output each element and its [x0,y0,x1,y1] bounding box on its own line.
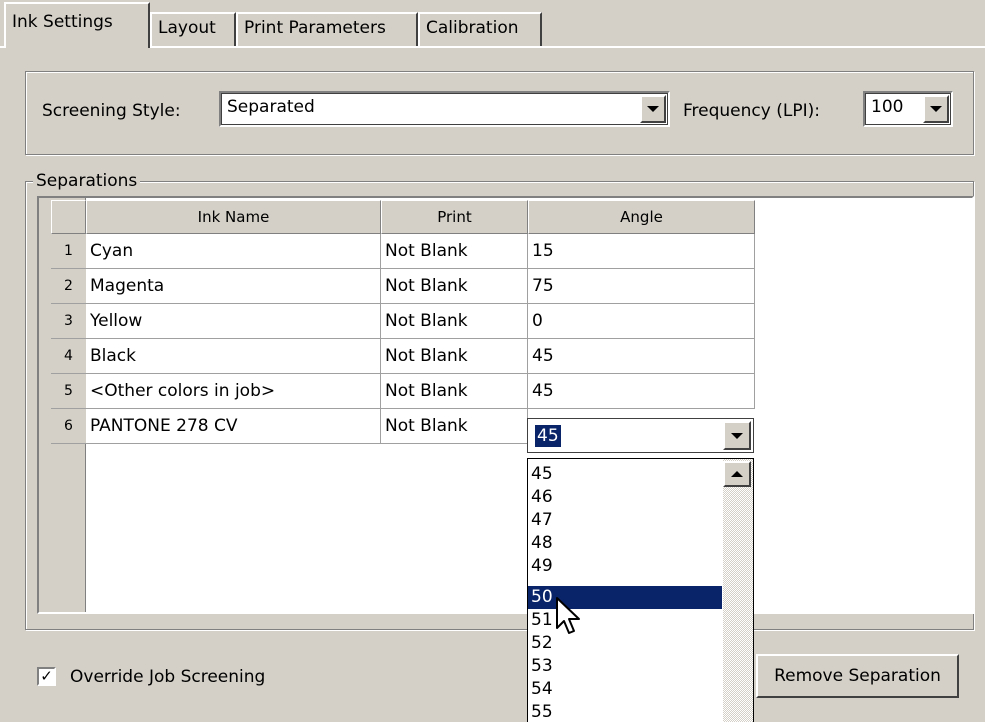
options-scrollbar[interactable] [723,459,753,722]
row-number: 2 [51,269,86,304]
angle-option[interactable]: 54 [528,678,722,701]
override-job-screening-checkbox[interactable]: ✓ [37,667,56,686]
angle-editor-value[interactable]: 45 [535,425,561,447]
screening-style-label: Screening Style: [42,101,181,121]
column-header-angle[interactable]: Angle [528,200,755,234]
screening-style-value: Separated [227,97,315,117]
grid-corner-header [51,200,86,234]
screening-style-select[interactable]: Separated [219,91,670,127]
separations-grid[interactable]: Ink Name Print Angle 1 Cyan Not Blank 15… [37,196,974,614]
tab-label: Ink Settings [12,12,113,32]
print-cell[interactable]: Not Blank [381,234,528,269]
row-number: 5 [51,374,86,409]
row-number: 4 [51,339,86,374]
scroll-up-button[interactable] [723,461,751,487]
tab-label: Calibration [426,18,519,38]
print-cell[interactable]: Not Blank [381,409,528,444]
remove-separation-button[interactable]: Remove Separation [756,654,959,698]
chevron-up-icon [731,471,743,477]
tab-layout[interactable]: Layout [150,12,236,46]
print-cell[interactable]: Not Blank [381,304,528,339]
chevron-down-icon [731,432,743,439]
mouse-cursor-icon [556,597,580,634]
angle-option[interactable]: 47 [528,509,722,532]
ink-name-cell[interactable]: <Other colors in job> [86,374,381,409]
checkmark-icon: ✓ [40,667,53,685]
frequency-dropdown-button[interactable] [923,95,949,123]
angle-option[interactable]: 48 [528,532,722,555]
angle-option[interactable]: 46 [528,486,722,509]
row-number: 3 [51,304,86,339]
tab-ink-settings[interactable]: Ink Settings [4,2,150,48]
angle-options-list[interactable]: 45 46 47 48 49 50 51 52 53 54 55 [527,458,754,722]
ink-name-cell[interactable]: Yellow [86,304,381,339]
column-header-print[interactable]: Print [381,200,528,234]
override-job-screening-label[interactable]: Override Job Screening [70,667,265,687]
angle-cell[interactable]: 75 [528,269,755,304]
tab-strip: Ink Settings Layout Print Parameters Cal… [0,0,985,48]
tab-print-parameters[interactable]: Print Parameters [236,12,418,46]
angle-editor-dropdown-button[interactable] [723,421,751,450]
row-number: 6 [51,409,86,444]
print-cell[interactable]: Not Blank [381,339,528,374]
column-header-ink-name[interactable]: Ink Name [86,200,381,234]
angle-cell[interactable]: 15 [528,234,755,269]
separations-legend: Separations [33,171,141,191]
ink-name-cell[interactable]: Cyan [86,234,381,269]
tab-calibration[interactable]: Calibration [418,12,542,46]
angle-cell[interactable]: 0 [528,304,755,339]
chevron-down-icon [930,106,942,112]
frequency-label: Frequency (LPI): [683,101,820,121]
row-number: 1 [51,234,86,269]
tab-label: Print Parameters [244,18,386,38]
tab-label: Layout [158,18,216,38]
print-cell[interactable]: Not Blank [381,374,528,409]
ink-name-cell[interactable]: Black [86,339,381,374]
angle-option[interactable]: 53 [528,655,722,678]
angle-editor-select[interactable]: 45 [527,418,754,453]
screening-style-dropdown-button[interactable] [640,95,666,123]
angle-option[interactable]: 45 [528,463,722,486]
angle-option[interactable]: 49 [528,555,722,578]
frequency-value: 100 [871,97,904,117]
angle-option[interactable]: 55 [528,701,722,722]
chevron-down-icon [647,106,659,112]
print-cell[interactable]: Not Blank [381,269,528,304]
frequency-select[interactable]: 100 [863,91,953,127]
angle-cell[interactable]: 45 [528,339,755,374]
ink-name-cell[interactable]: PANTONE 278 CV [86,409,381,444]
angle-cell[interactable]: 45 [528,374,755,409]
ink-name-cell[interactable]: Magenta [86,269,381,304]
